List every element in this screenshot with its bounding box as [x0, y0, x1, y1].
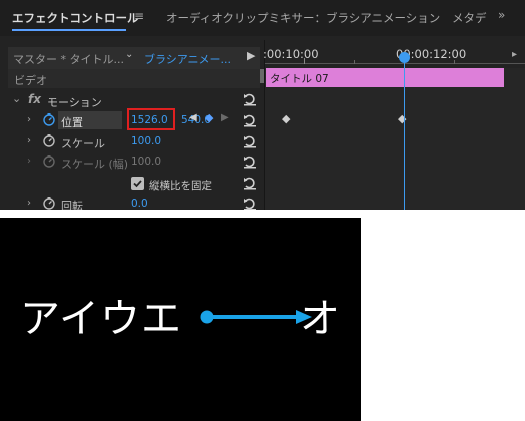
timeline-menu-icon[interactable]: ▸ — [512, 49, 517, 60]
reset-icon[interactable] — [243, 113, 257, 127]
expand-chevron-icon[interactable]: › — [27, 135, 31, 146]
reset-icon[interactable] — [243, 155, 257, 169]
position-x-value[interactable]: 1526.0 — [131, 114, 168, 126]
ruler-tick — [354, 60, 355, 64]
expand-chevron-icon: › — [27, 156, 31, 167]
stopwatch-icon[interactable] — [42, 112, 56, 126]
tab-metadata[interactable]: メタデ — [452, 10, 487, 26]
scale-label: スケール — [61, 137, 105, 150]
more-tabs-icon[interactable]: » — [498, 8, 505, 22]
effect-name-motion: モーション — [47, 96, 102, 109]
rotation-value[interactable]: 0.0 — [131, 198, 148, 210]
active-tab-underline — [12, 29, 126, 31]
reset-icon[interactable] — [243, 197, 257, 210]
keyframe-diamond-icon[interactable]: ◆ — [282, 112, 290, 125]
position-label: 位置 — [61, 116, 83, 129]
chevron-down-icon[interactable]: ⌄ — [125, 49, 133, 60]
clip-label: タイトル 07 — [270, 73, 329, 85]
checkmark-icon — [133, 180, 142, 188]
video-section-label: ビデオ — [14, 74, 47, 87]
uniform-scale-label: 縦横比を固定 — [149, 180, 212, 192]
tab-effect-controls[interactable]: エフェクトコントロール — [12, 10, 139, 26]
expand-chevron-icon[interactable]: › — [27, 114, 31, 125]
timeline-scroll-handle[interactable] — [260, 69, 264, 83]
next-keyframe-icon[interactable]: ▶ — [221, 112, 229, 123]
rotation-label: 回転 — [61, 200, 83, 210]
playhead-handle[interactable] — [399, 52, 410, 63]
reset-icon[interactable] — [243, 92, 257, 106]
collapse-chevron-icon[interactable]: ⌄ — [12, 92, 21, 105]
reset-icon[interactable] — [243, 176, 257, 190]
ruler-time-1: :00:10:00 — [263, 47, 319, 61]
sequence-clip-label[interactable]: ブラシアニメー... — [144, 51, 231, 67]
tab-audio-clip-mixer[interactable]: オーディオクリップミキサー：ブラシアニメーション — [166, 10, 440, 26]
add-keyframe-icon[interactable]: ◆ — [205, 111, 213, 124]
stopwatch-icon[interactable] — [42, 133, 56, 147]
master-clip-label[interactable]: マスター * タイトル... — [13, 51, 124, 67]
frame-text-right: オ — [300, 296, 340, 342]
reset-icon[interactable] — [243, 134, 257, 148]
scale-value[interactable]: 100.0 — [131, 135, 161, 147]
keyframe-diamond-icon[interactable]: ◆ — [398, 112, 406, 125]
playhead-line[interactable] — [404, 58, 405, 210]
fx-icon[interactable]: fx — [28, 92, 41, 106]
expand-chevron-icon[interactable]: › — [27, 198, 31, 209]
stopwatch-icon[interactable] — [42, 196, 56, 210]
stopwatch-icon — [43, 155, 55, 168]
scale-width-value: 100.0 — [131, 156, 162, 168]
play-only-audio-icon[interactable]: ▶ — [247, 49, 255, 62]
effect-controls-panel: エフェクトコントロール ≡ オーディオクリップミキサー：ブラシアニメーション メ… — [0, 0, 525, 210]
panel-menu-icon[interactable]: ≡ — [134, 9, 144, 23]
keyframe-timeline[interactable] — [265, 68, 525, 210]
uniform-scale-checkbox[interactable] — [131, 177, 144, 190]
prev-keyframe-icon[interactable]: ◀ — [189, 112, 197, 123]
frame-text-left: アイウエ — [20, 296, 182, 342]
scale-width-label: スケール (幅) — [61, 158, 129, 171]
